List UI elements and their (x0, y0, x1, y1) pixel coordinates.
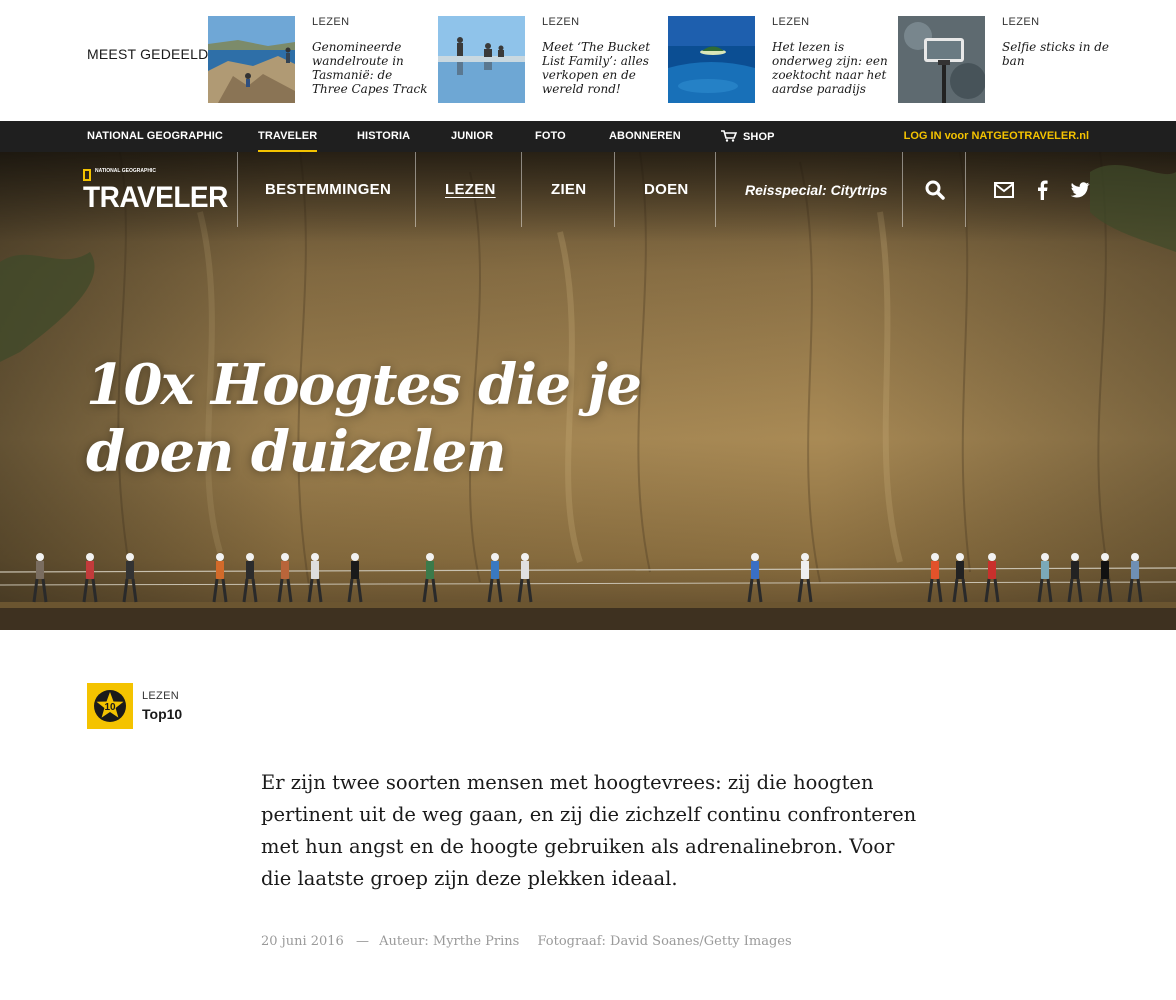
shared-headline[interactable]: Selfie sticks in de ban (1002, 40, 1120, 102)
natgeo-frame-icon (83, 169, 91, 181)
shared-headline[interactable]: Meet ‘The Bucket List Family’: alles ver… (542, 40, 660, 102)
tag-category: LEZEN (142, 690, 179, 702)
shared-item-3[interactable]: LEZEN Het lezen is onderweg zijn: een zo… (668, 16, 890, 106)
twitter-icon[interactable] (1070, 180, 1090, 200)
nav-doen[interactable]: DOEN (644, 181, 689, 198)
shared-thumb-selfie[interactable] (898, 16, 985, 103)
traveler-logo[interactable]: NATIONAL GEOGRAPHIC TRAVELER (83, 168, 228, 214)
mail-icon[interactable] (994, 181, 1014, 201)
nav-reisspecial[interactable]: Reisspecial: Citytrips (745, 182, 887, 198)
nav-separator (237, 152, 238, 227)
ngbar-historia[interactable]: HISTORIA (357, 130, 410, 142)
top10-star-icon: 10 (94, 690, 126, 722)
nav-separator (521, 152, 522, 227)
shared-thumb-family[interactable] (438, 16, 525, 103)
article-date: 20 juni 2016 (261, 934, 344, 949)
ngbar-shop-label: SHOP (743, 131, 775, 143)
top10-badge: 10 (87, 683, 133, 729)
shared-thumb-island[interactable] (668, 16, 755, 103)
nav-separator (415, 152, 416, 227)
nav-separator (715, 152, 716, 227)
shared-item-4[interactable]: LEZEN Selfie sticks in de ban (898, 16, 1120, 106)
shared-item-2[interactable]: LEZEN Meet ‘The Bucket List Family’: all… (438, 16, 660, 106)
logo-title: TRAVELER (83, 181, 228, 214)
article-photographer: Fotograaf: David Soanes/Getty Images (537, 934, 792, 949)
most-shared-title: MEEST GEDEELD (87, 46, 209, 62)
nav-zien[interactable]: ZIEN (551, 181, 586, 198)
ngbar-national-geographic[interactable]: NATIONAL GEOGRAPHIC (87, 130, 223, 142)
page-title: 10x Hoogtes die je doen duizelen (86, 352, 642, 485)
shared-category: LEZEN (1002, 16, 1040, 28)
nav-separator (965, 152, 966, 227)
byline-dash: — (355, 934, 369, 949)
article-tag[interactable]: 10 LEZEN Top10 (87, 683, 247, 729)
ngbar-abonneren[interactable]: ABONNEREN (609, 130, 681, 142)
hero: NATIONAL GEOGRAPHIC TRAVELER BESTEMMINGE… (0, 152, 1176, 630)
shared-category: LEZEN (312, 16, 350, 28)
article-byline: 20 juni 2016 — Auteur: Myrthe Prins Foto… (261, 934, 792, 949)
ngbar-foto[interactable]: FOTO (535, 130, 566, 142)
shared-category: LEZEN (542, 16, 580, 28)
shared-category: LEZEN (772, 16, 810, 28)
shared-thumb-coast[interactable] (208, 16, 295, 103)
shared-headline[interactable]: Genomineerde wandelroute in Tasmanië: de… (312, 40, 430, 102)
search-icon[interactable] (925, 180, 945, 200)
ngbar-junior[interactable]: JUNIOR (451, 130, 493, 142)
article-author[interactable]: Auteur: Myrthe Prins (379, 934, 519, 949)
top10-badge-number: 10 (104, 702, 116, 713)
nav-separator (902, 152, 903, 227)
facebook-icon[interactable] (1033, 180, 1053, 200)
article-intro: Er zijn twee soorten mensen met hoogtevr… (261, 771, 917, 890)
nav-lezen[interactable]: LEZEN (445, 181, 496, 198)
most-shared-strip: MEEST GEDEELD LEZEN Genomineerde wandelr… (0, 0, 1176, 121)
shared-item-1[interactable]: LEZEN Genomineerde wandelroute in Tasman… (208, 16, 430, 106)
nav-bestemmingen[interactable]: BESTEMMINGEN (265, 181, 391, 198)
tag-name[interactable]: Top10 (142, 706, 182, 722)
natgeo-top-bar: NATIONAL GEOGRAPHIC TRAVELER HISTORIA JU… (0, 121, 1176, 152)
cart-icon (721, 130, 737, 142)
nav-separator (614, 152, 615, 227)
logo-subtitle: NATIONAL GEOGRAPHIC (95, 168, 156, 174)
login-link[interactable]: LOG IN voor NATGEOTRAVELER.nl (904, 130, 1089, 142)
shared-headline[interactable]: Het lezen is onderweg zijn: een zoektoch… (772, 40, 890, 102)
ngbar-shop[interactable]: SHOP (721, 130, 775, 143)
ngbar-traveler[interactable]: TRAVELER (258, 130, 318, 152)
